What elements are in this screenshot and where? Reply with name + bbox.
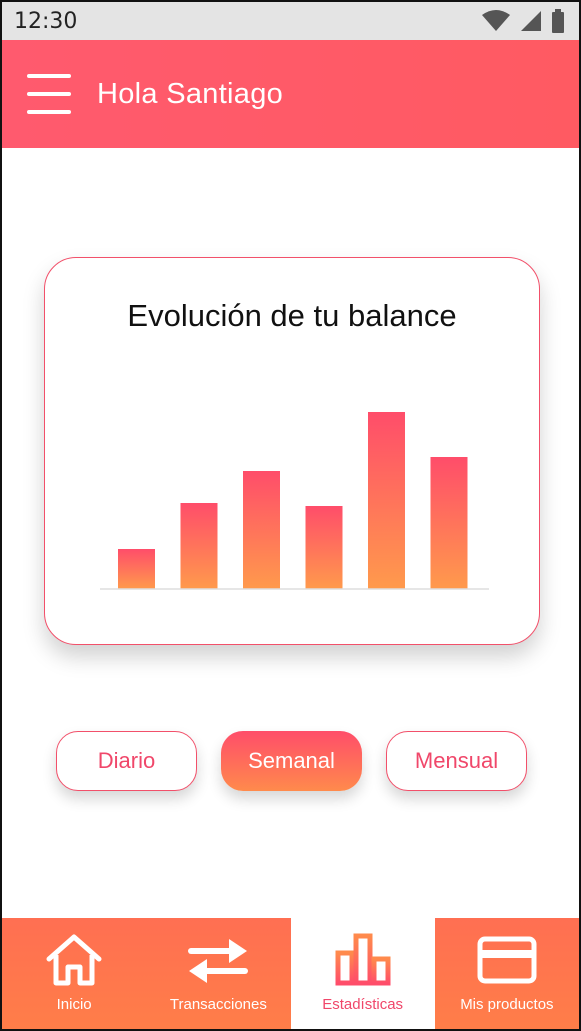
hamburger-menu-icon[interactable]: [27, 74, 71, 114]
home-icon: [45, 932, 103, 988]
chart-bar-2: [180, 503, 218, 589]
period-button-diario[interactable]: Diario: [56, 731, 197, 791]
nav-label-transacciones: Transacciones: [169, 996, 267, 1013]
battery-icon: [552, 9, 564, 33]
chart-bar-3: [243, 471, 280, 589]
greeting-title: Hola Santiago: [97, 77, 284, 110]
app-bar: Hola Santiago: [2, 40, 579, 148]
nav-item-inicio[interactable]: Inicio: [2, 918, 147, 1029]
status-icons: [481, 9, 565, 33]
swap-arrows-icon: [185, 932, 251, 988]
period-button-mensual[interactable]: Mensual: [386, 731, 527, 791]
balance-chart-card: Evolución de tu balance: [44, 257, 540, 645]
nav-item-estadisticas[interactable]: Estadísticas: [290, 918, 435, 1029]
nav-item-transacciones[interactable]: Transacciones: [146, 918, 291, 1029]
chart-bar-1: [118, 549, 155, 589]
nav-label-inicio: Inicio: [56, 996, 92, 1013]
nav-item-mis-productos[interactable]: Mis productos: [434, 918, 579, 1029]
nav-label-mis-productos: Mis productos: [460, 996, 554, 1013]
chart-bar-4: [305, 506, 343, 589]
period-selector: Diario Semanal Mensual: [2, 731, 579, 793]
signal-icon: [521, 11, 541, 31]
period-button-semanal[interactable]: Semanal: [221, 731, 362, 791]
app-screen: 12:30 Hola Santiago Evolución de tu bala…: [0, 0, 581, 1031]
chart-bar-6: [430, 457, 468, 589]
credit-card-icon: [477, 932, 537, 988]
chart-bar-5: [368, 412, 405, 589]
balance-bar-chart: [100, 412, 489, 590]
bar-chart-icon: [334, 932, 392, 988]
status-bar: 12:30: [2, 2, 579, 40]
status-time: 12:30: [14, 8, 78, 34]
nav-label-estadisticas: Estadísticas: [322, 996, 404, 1013]
wifi-icon: [482, 10, 510, 31]
bottom-navigation: Inicio Transacciones Estadísticas Mis pr…: [2, 918, 579, 1029]
